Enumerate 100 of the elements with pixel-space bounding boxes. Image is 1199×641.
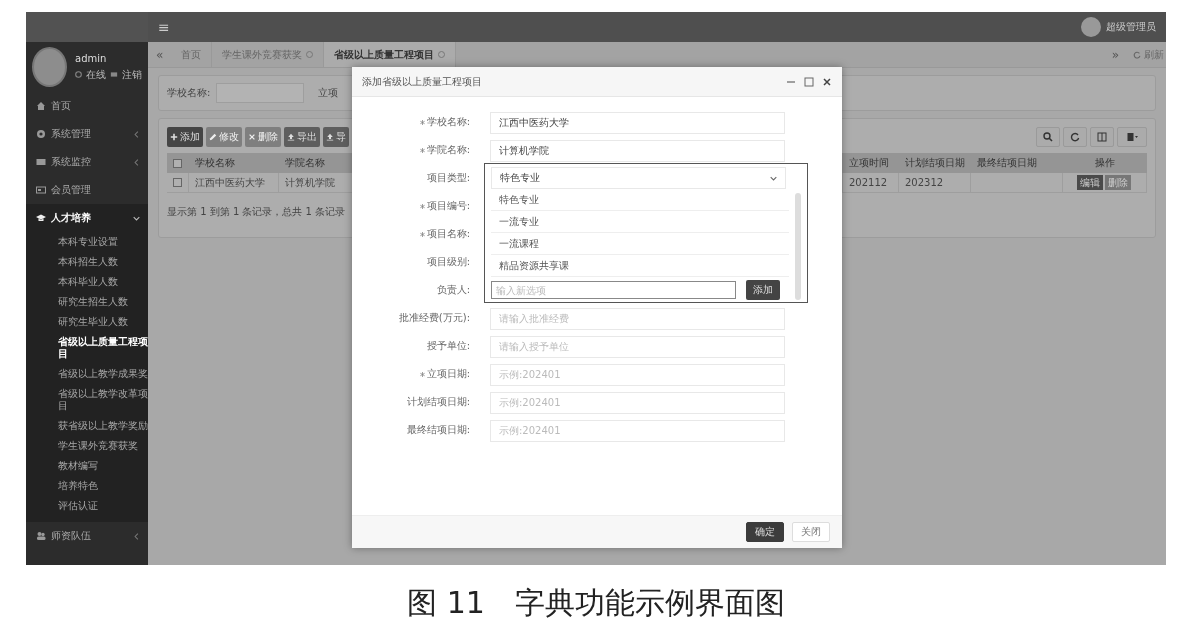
text-field[interactable]: 示例:202401 (490, 419, 785, 442)
scrollbar[interactable] (795, 193, 801, 300)
form-label: 批准经费(万元): (397, 311, 470, 325)
row-checkbox[interactable] (173, 178, 182, 187)
row-action-button[interactable]: 编辑 (1076, 175, 1103, 190)
dialog-title: 添加省级以上质量工程项目 (362, 74, 482, 89)
menu-item[interactable]: 系统监控 (26, 148, 148, 176)
text-field[interactable]: 请输入批准经费 (490, 307, 785, 330)
chevron-left-icon (133, 130, 140, 138)
form-label: 学校名称: (352, 115, 470, 129)
submenu-item[interactable]: 评估认证 (26, 496, 148, 516)
form-label: 项目编号: (352, 199, 470, 213)
submenu-item[interactable]: 学生课外竞赛获奖 (26, 436, 148, 456)
select-field[interactable]: 特色专业 (491, 167, 786, 189)
table-header-cell: 计划结项日期 (899, 153, 971, 173)
form-label: 负责人: (435, 283, 470, 297)
toolbar-button[interactable]: 添加 (167, 127, 203, 147)
table-cell: 202312 (899, 173, 971, 193)
text-field[interactable]: 示例:202401 (490, 363, 785, 386)
text-field[interactable]: 江西中医药大学 (490, 112, 785, 134)
monitor-icon (36, 157, 46, 167)
menu-item[interactable]: 系统管理 (26, 120, 148, 148)
figure-caption: 图 11 字典功能示例界面图 (407, 583, 785, 622)
text-field[interactable]: 计算机学院 (490, 140, 785, 162)
add-option-button[interactable]: 添加 (746, 280, 780, 300)
graduation-cap-icon (36, 213, 46, 223)
card-icon (36, 185, 46, 195)
submenu-item[interactable]: 培养特色 (26, 476, 148, 496)
form-label: 项目级别: (425, 255, 470, 269)
asterisk-icon (419, 119, 425, 125)
table-cell: 202112 (843, 173, 899, 193)
refresh-button[interactable] (1063, 127, 1087, 147)
user-avatar (1081, 17, 1101, 37)
home-icon (36, 101, 46, 111)
plus-icon (170, 133, 178, 141)
text-field[interactable]: 示例:202401 (490, 391, 785, 414)
submenu-item[interactable]: 省级以上教学改革项目 (26, 384, 148, 416)
search-label: 学校名称: (167, 86, 211, 100)
search-label: 立项 (318, 86, 339, 100)
menu-item[interactable]: 会员管理 (26, 176, 148, 204)
asterisk-icon (419, 147, 425, 153)
logout-link[interactable]: 注销 (122, 67, 142, 82)
grid-icon (1125, 132, 1139, 142)
form-label: 计划结项日期: (405, 395, 470, 409)
asterisk-icon (419, 203, 425, 209)
refresh-icon (1133, 50, 1141, 59)
toolbar-button[interactable]: 导出 (284, 127, 320, 147)
submenu-item[interactable]: 研究生毕业人数 (26, 312, 148, 332)
avatar (32, 47, 67, 87)
maximize-icon (804, 76, 814, 87)
select-all-checkbox[interactable] (173, 158, 182, 168)
toolbar-button[interactable]: 导 (323, 127, 349, 147)
gear-icon (36, 129, 46, 139)
submenu-item[interactable]: 教材编写 (26, 456, 148, 476)
table-header-cell: 最终结项日期 (971, 153, 1063, 173)
search-icon (1043, 132, 1053, 142)
table-header-cell: 学校名称 (189, 153, 279, 173)
table-header-cell: 操作 (1063, 153, 1147, 173)
table-header-cell: 立项时间 (843, 153, 899, 173)
pencil-icon (209, 133, 217, 141)
dialog-button[interactable]: 关闭 (792, 522, 830, 542)
columns-icon (1097, 132, 1107, 142)
submenu-item[interactable]: 获省级以上教学奖励 (26, 416, 148, 436)
refresh-icon (1070, 132, 1080, 142)
menu-item[interactable]: 师资队伍 (26, 522, 148, 550)
online-status: 在线 (86, 67, 106, 82)
menu-item[interactable]: 人才培养 (26, 204, 148, 232)
chevron-left-icon (133, 158, 140, 166)
dialog-button[interactable]: 确定 (746, 522, 784, 542)
menu-item[interactable]: 首页 (26, 92, 148, 120)
user-menu[interactable]: 超级管理员 (1106, 20, 1156, 34)
menu-toggle[interactable]: ≡ (158, 19, 170, 35)
envelope-icon (110, 71, 118, 78)
form-label: 最终结项日期: (405, 423, 470, 437)
page-tab[interactable]: 省级以上质量工程项目 (324, 42, 457, 67)
users-icon (36, 531, 46, 541)
chevron-left-icon (133, 532, 140, 540)
submenu-item[interactable]: 本科专业设置 (26, 232, 148, 252)
form-label: 立项日期: (352, 367, 470, 381)
new-option-field[interactable]: 输入新选项 (491, 281, 736, 299)
submenu-item[interactable]: 本科招生人数 (26, 252, 148, 272)
grid-menu-button[interactable] (1117, 127, 1147, 147)
status-dot-icon (75, 71, 82, 78)
search-button[interactable] (1036, 127, 1060, 147)
asterisk-icon (419, 231, 425, 237)
form-label: 项目名称: (352, 227, 470, 241)
chevron-down-icon (770, 174, 777, 182)
table-cell: 江西中医药大学 (189, 173, 279, 193)
form-label: 项目类型: (425, 171, 470, 185)
submenu-item[interactable]: 研究生招生人数 (26, 292, 148, 312)
pagination-info: 显示第 1 到第 1 条记录，总共 1 条记录 (167, 205, 346, 219)
submenu-item[interactable]: 省级以上教学成果奖 (26, 364, 148, 384)
upload-icon (287, 133, 295, 141)
form-label: 授予单位: (425, 339, 470, 353)
submenu-item[interactable]: 本科毕业人数 (26, 272, 148, 292)
upload-icon (326, 133, 334, 141)
asterisk-icon (419, 371, 425, 377)
chevron-down-icon (133, 214, 140, 222)
user-name: admin (75, 52, 108, 64)
submenu-item[interactable]: 省级以上质量工程项目 (26, 332, 148, 364)
